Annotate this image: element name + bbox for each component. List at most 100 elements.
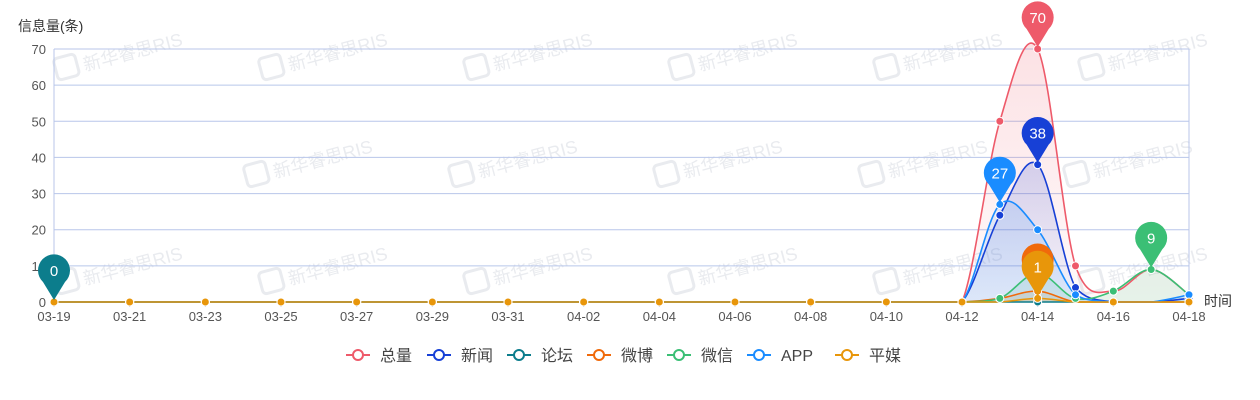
watermark: 新华睿思RIS	[52, 29, 185, 82]
data-point	[730, 297, 740, 307]
watermark: 新华睿思RIS	[242, 136, 375, 189]
legend-label: 微信	[701, 347, 733, 365]
y-tick-label: 0	[39, 295, 46, 310]
data-point	[352, 297, 362, 307]
legend-label: 论坛	[541, 347, 573, 365]
x-tick-label: 04-04	[643, 309, 676, 324]
data-point	[125, 297, 135, 307]
watermark-text: 新华睿思RIS	[476, 136, 580, 182]
x-tick-label: 03-21	[113, 309, 146, 324]
data-point	[1108, 297, 1118, 307]
watermark-logo	[257, 52, 286, 82]
data-point	[1071, 261, 1080, 271]
y-tick-label: 60	[32, 78, 46, 93]
x-tick-label: 03-19	[37, 309, 70, 324]
watermark-logo	[52, 52, 81, 82]
data-point	[427, 297, 437, 307]
watermark: 新华睿思RIS	[462, 243, 595, 296]
watermark-text: 新华睿思RIS	[696, 29, 800, 75]
x-tick-label: 03-25	[264, 309, 297, 324]
watermark-logo	[462, 266, 491, 296]
watermark: 新华睿思RIS	[447, 136, 580, 189]
watermark: 新华睿思RIS	[652, 136, 785, 189]
legend-label: 平媒	[869, 347, 901, 365]
watermark-logo	[1077, 52, 1106, 82]
x-axis-ticks: 03-19 03-21 03-23 03-25 03-27 03-29 03-31 04-02…	[37, 302, 1206, 324]
data-point	[503, 297, 513, 307]
pin-label: 38	[1029, 126, 1046, 143]
watermark-text: 新华睿思RIS	[491, 29, 595, 75]
data-point	[995, 293, 1005, 303]
watermark: 新华睿思RIS	[52, 243, 185, 296]
legend-swatch-dot	[433, 349, 445, 361]
legend-label: APP	[781, 348, 813, 365]
watermark-logo	[462, 52, 491, 82]
pin-label: 70	[1029, 10, 1046, 27]
watermark: 新华睿思RIS	[857, 136, 990, 189]
x-tick-label: 04-08	[794, 309, 827, 324]
watermark-text: 新华睿思RIS	[1091, 136, 1195, 182]
watermark-logo	[1062, 159, 1091, 189]
watermark-logo	[652, 159, 681, 189]
legend-label: 总量	[380, 347, 412, 365]
watermark: 新华睿思RIS	[667, 243, 800, 296]
legend-swatch-dot	[352, 349, 364, 361]
x-tick-label: 04-06	[718, 309, 751, 324]
legend-swatch-dot	[841, 349, 853, 361]
x-tick-label: 04-18	[1172, 309, 1205, 324]
data-point	[881, 297, 891, 307]
watermark: 新华睿思RIS	[257, 243, 390, 296]
data-point	[995, 210, 1005, 220]
pin-label: 1	[1033, 259, 1041, 276]
watermark-text: 新华睿思RIS	[1106, 29, 1210, 75]
watermark-text: 新华睿思RIS	[886, 136, 990, 182]
data-point	[1071, 290, 1080, 300]
watermark-logo	[667, 266, 696, 296]
y-tick-label: 30	[32, 187, 46, 202]
x-tick-label: 04-14	[1021, 309, 1054, 324]
legend-swatch-dot	[753, 349, 765, 361]
data-point	[654, 297, 664, 307]
data-point	[1184, 297, 1194, 307]
watermark-text: 新华睿思RIS	[271, 136, 375, 182]
legend-swatch-dot	[673, 349, 685, 361]
watermark: 新华睿思RIS	[257, 29, 390, 82]
watermark: 新华睿思RIS	[1062, 136, 1195, 189]
markpoint-pin: 70	[1021, 1, 1054, 47]
watermark-text: 新华睿思RIS	[286, 29, 390, 75]
watermark-text: 新华睿思RIS	[81, 29, 185, 75]
legend-swatch-dot	[593, 349, 605, 361]
y-tick-label: 20	[32, 223, 46, 238]
legend-item: 总量	[346, 347, 412, 365]
y-tick-label: 40	[32, 150, 46, 165]
legend-item: 新闻	[427, 347, 493, 365]
watermark: 新华睿思RIS	[462, 29, 595, 82]
data-point	[957, 297, 967, 307]
watermark-logo	[857, 159, 886, 189]
pin-label: 27	[991, 165, 1008, 182]
pin-label: 0	[50, 263, 58, 280]
legend-item: 论坛	[507, 347, 573, 365]
legend-label: 微博	[621, 347, 653, 365]
data-point	[995, 116, 1005, 126]
watermark-logo	[242, 159, 271, 189]
watermark-text: 新华睿思RIS	[901, 29, 1005, 75]
data-point	[1033, 225, 1043, 235]
data-point	[200, 297, 210, 307]
watermark-logo	[257, 266, 286, 296]
x-tick-label: 04-12	[945, 309, 978, 324]
y-tick-label: 50	[32, 114, 46, 129]
watermark: 新华睿思RIS	[667, 29, 800, 82]
data-point	[579, 297, 589, 307]
line-chart: 新华睿思RIS 新华睿思RIS 新华睿思RIS 新华睿思RIS 新华睿思RIS 新华睿思R…	[18, 1, 1232, 365]
x-tick-label: 03-23	[189, 309, 222, 324]
watermark-text: 新华睿思RIS	[681, 136, 785, 182]
x-tick-label: 03-29	[416, 309, 449, 324]
x-tick-label: 03-31	[491, 309, 524, 324]
watermark: 新华睿思RIS	[872, 29, 1005, 82]
watermark-logo	[667, 52, 696, 82]
legend: 总量 新闻 论坛 微博 微信 APP 平媒	[346, 347, 901, 365]
watermark-logo	[872, 266, 901, 296]
series-areas	[54, 43, 1189, 303]
watermark-logo	[872, 52, 901, 82]
